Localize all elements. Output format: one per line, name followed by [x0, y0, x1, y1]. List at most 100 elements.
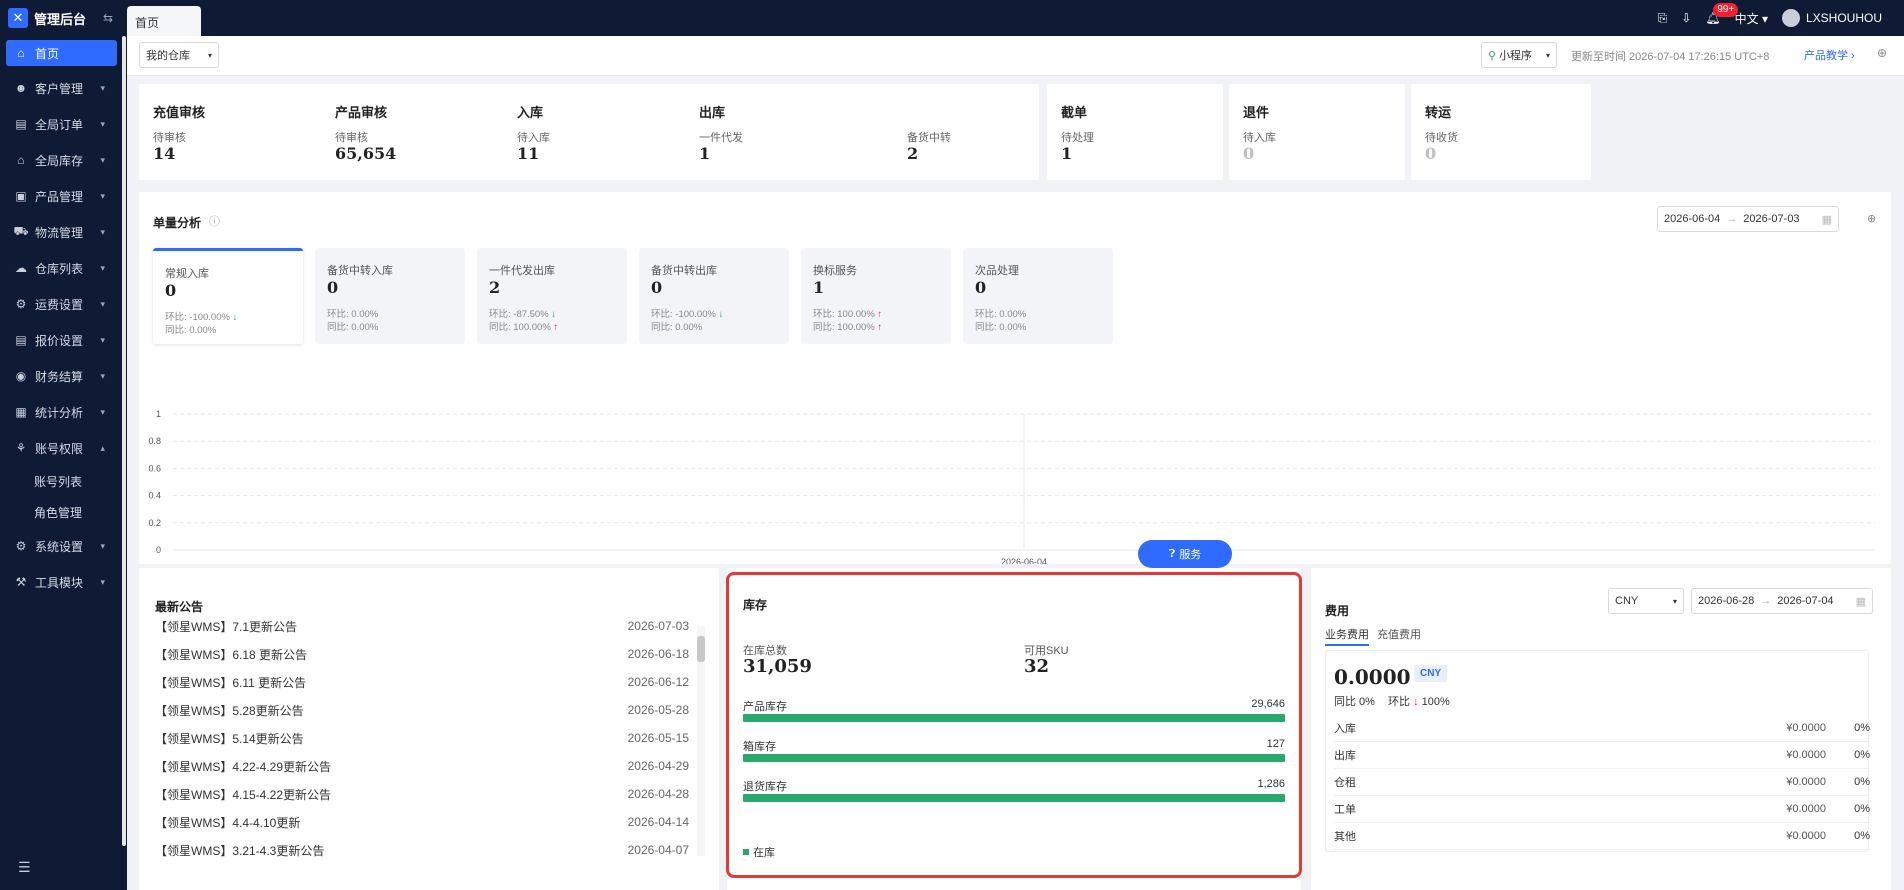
main-content: 我的仓库 ▾ ⚲ 小程序 ▾ 更新至时间 2026-07-04 17:26:15 UT… [127, 36, 1904, 890]
announcement-title: 【领星WMS】4.15-4.22更新公告 [155, 787, 332, 802]
announcement-item[interactable]: 【领星WMS】7.1更新公告 2026-07-03 [155, 612, 689, 640]
stat-value: 1 [699, 144, 711, 163]
sidebar-item-2[interactable]: ▤ 全局订单 ▾ [0, 106, 127, 142]
settings-icon: ⚙ [15, 539, 27, 553]
fee-amount: ¥0.0000 [1786, 803, 1826, 815]
stat-value: 11 [517, 144, 540, 163]
sidebar-item-4[interactable]: ▣ 产品管理 ▾ [0, 178, 127, 214]
announcement-date: 2026-04-29 [627, 759, 689, 773]
fee-label: 出库 [1334, 750, 1356, 762]
stat-label: 待审核 [335, 132, 368, 144]
inventory-bar[interactable] [743, 754, 1285, 762]
chevron-down-icon: ▾ [100, 82, 105, 93]
collapse-sidebar-icon[interactable]: ⇆ [103, 11, 113, 25]
stat-card-5[interactable]: 退件 待入库 0 [1229, 84, 1405, 180]
bell-icon[interactable]: 🔔︎ 99+ [1705, 3, 1739, 25]
announcement-item[interactable]: 【领星WMS】6.11 更新公告 2026-06-12 [155, 668, 689, 696]
announcement-item[interactable]: 【领星WMS】3.21-4.3更新公告 2026-04-07 [155, 836, 689, 864]
fees-date-range[interactable]: 2026-06-28 → 2026-07-04 ▦ [1691, 588, 1873, 614]
mini-program-button[interactable]: ⚲ 小程序 ▾ [1481, 42, 1557, 68]
stat-card-4[interactable]: 截单 待处理 1 [1047, 84, 1223, 180]
sidebar-item-label: 全局订单 [35, 117, 84, 132]
chevron-down-icon: ▾ [100, 334, 105, 345]
sidebar-item-label: 仓库列表 [35, 261, 84, 276]
warehouse-select[interactable]: 我的仓库 ▾ [139, 42, 219, 68]
sidebar-item-6[interactable]: ☁ 仓库列表 ▾ [0, 250, 127, 286]
inventory-bar-label: 箱库存 [743, 741, 776, 753]
fee-percent: 0% [1854, 803, 1870, 815]
calendar-icon: ▦ [1855, 595, 1866, 608]
chevron-down-icon: ▾ [100, 190, 105, 201]
inventory-title: 库存 [743, 598, 768, 612]
sidebar-item-label: 工具模块 [35, 575, 84, 590]
fees-panel: 费用 CNY ▾ 2026-06-28 → 2026-07-04 ▦ 业务费用 充值费用… [1311, 568, 1891, 890]
tab-home[interactable]: 首页 [127, 6, 201, 36]
announcement-title: 【领星WMS】4.4-4.10更新 [155, 815, 301, 830]
inventory-bar[interactable] [743, 794, 1285, 802]
sidebar-item-13[interactable]: ⚒ 工具模块 ▾ [0, 564, 127, 600]
fee-amount: ¥0.0000 [1786, 722, 1826, 734]
announcement-date: 2026-06-18 [627, 647, 689, 661]
sidebar-subitem-0[interactable]: 账号列表 [0, 466, 127, 497]
available-sku-value: 32 [1024, 656, 1050, 677]
truck-icon: ⛟ [13, 224, 29, 238]
menu-toggle-icon[interactable]: ☰ [18, 859, 31, 876]
sidebar-item-5[interactable]: ⛟ 物流管理 ▾ [0, 214, 127, 250]
document-icon: ▤ [15, 333, 27, 347]
inventory-legend: 在库 [743, 844, 775, 860]
stat-value: 65,654 [335, 144, 397, 163]
sidebar-subitem-1[interactable]: 角色管理 [0, 497, 127, 528]
stat-card-6[interactable]: 转运 待收货 0 [1411, 84, 1591, 180]
inventory-bar[interactable] [743, 714, 1285, 722]
user-menu[interactable]: LXSHOUHOU [1781, 9, 1882, 27]
chevron-down-icon: ▾ [1672, 596, 1677, 606]
sidebar-item-1[interactable]: ☻ 客户管理 ▾ [0, 70, 127, 106]
sidebar-item-11[interactable]: ⚘ 账号权限 ▴ [0, 430, 127, 466]
announcements-scrollbar[interactable] [697, 626, 705, 856]
announcement-date: 2026-06-12 [627, 675, 689, 689]
arrow-down-icon: ↓ [1413, 696, 1419, 708]
currency-select[interactable]: CNY ▾ [1608, 588, 1684, 614]
announcement-item[interactable]: 【领星WMS】5.28更新公告 2026-05-28 [155, 696, 689, 724]
sidebar-item-9[interactable]: ◉ 财务结算 ▾ [0, 358, 127, 394]
sidebar-item-12[interactable]: ⚙ 系统设置 ▾ [0, 528, 127, 564]
update-time: 更新至时间 2026-07-04 17:26:15 UTC+8 [1571, 51, 1770, 63]
announcement-item[interactable]: 【领星WMS】6.18 更新公告 2026-06-18 [155, 640, 689, 668]
product-tutorial-link[interactable]: 产品教学 › [1804, 47, 1855, 63]
announcement-item[interactable]: 【领星WMS】4.4-4.10更新 2026-04-14 [155, 808, 689, 836]
stat-label: 一件代发 [699, 132, 743, 144]
stat-card-3[interactable]: 出库 一件代发 1 备货中转 2 [685, 84, 1039, 180]
sidebar-item-0[interactable]: ⌂ 首页 [6, 40, 117, 66]
sidebar-item-label: 产品管理 [35, 189, 84, 204]
scroll-thumb[interactable] [697, 636, 705, 662]
tab-recharge-fees[interactable]: 充值费用 [1377, 626, 1421, 642]
tab-business-fees[interactable]: 业务费用 [1325, 626, 1369, 646]
chevron-down-icon: ▾ [100, 226, 105, 237]
sidebar-item-label: 客户管理 [35, 81, 84, 96]
inventory-bar-label: 产品库存 [743, 701, 787, 713]
users-icon: ☻ [14, 81, 28, 95]
announcement-item[interactable]: 【领星WMS】4.22-4.29更新公告 2026-04-29 [155, 752, 689, 780]
announcement-date: 2026-04-07 [627, 843, 689, 857]
sidebar-item-10[interactable]: ▦ 统计分析 ▾ [0, 394, 127, 430]
app-title: 管理后台 [34, 11, 87, 27]
announcement-item[interactable]: 【领星WMS】4.15-4.22更新公告 2026-04-28 [155, 780, 689, 808]
stat-card-title: 产品审核 [335, 105, 388, 120]
language-select[interactable]: 中文 ▾ [1735, 10, 1768, 27]
sidebar-item-8[interactable]: ▤ 报价设置 ▾ [0, 322, 127, 358]
notification-badge: 99+ [1713, 3, 1739, 17]
chevron-down-icon: ▾ [207, 50, 212, 60]
sidebar-scrollbar[interactable] [122, 36, 126, 846]
inbox-icon[interactable]: ⎘ [1658, 11, 1668, 26]
announcement-item[interactable]: 【领星WMS】5.14更新公告 2026-05-15 [155, 724, 689, 752]
service-button[interactable]: ❓︎ 服务 [1138, 540, 1232, 568]
sidebar-item-7[interactable]: ⚙ 运费设置 ▾ [0, 286, 127, 322]
announcement-title: 【领星WMS】5.14更新公告 [155, 731, 304, 746]
box-icon: ▣ [15, 189, 27, 203]
arrow-right-icon: → [1760, 595, 1772, 607]
download-icon[interactable]: ⇩ [1681, 11, 1691, 25]
chevron-down-icon: ▾ [100, 118, 105, 129]
fee-percent: 0% [1854, 830, 1870, 842]
sidebar-item-3[interactable]: ⌂ 全局库存 ▾ [0, 142, 127, 178]
zoom-icon[interactable]: ⊕ [1877, 46, 1887, 60]
